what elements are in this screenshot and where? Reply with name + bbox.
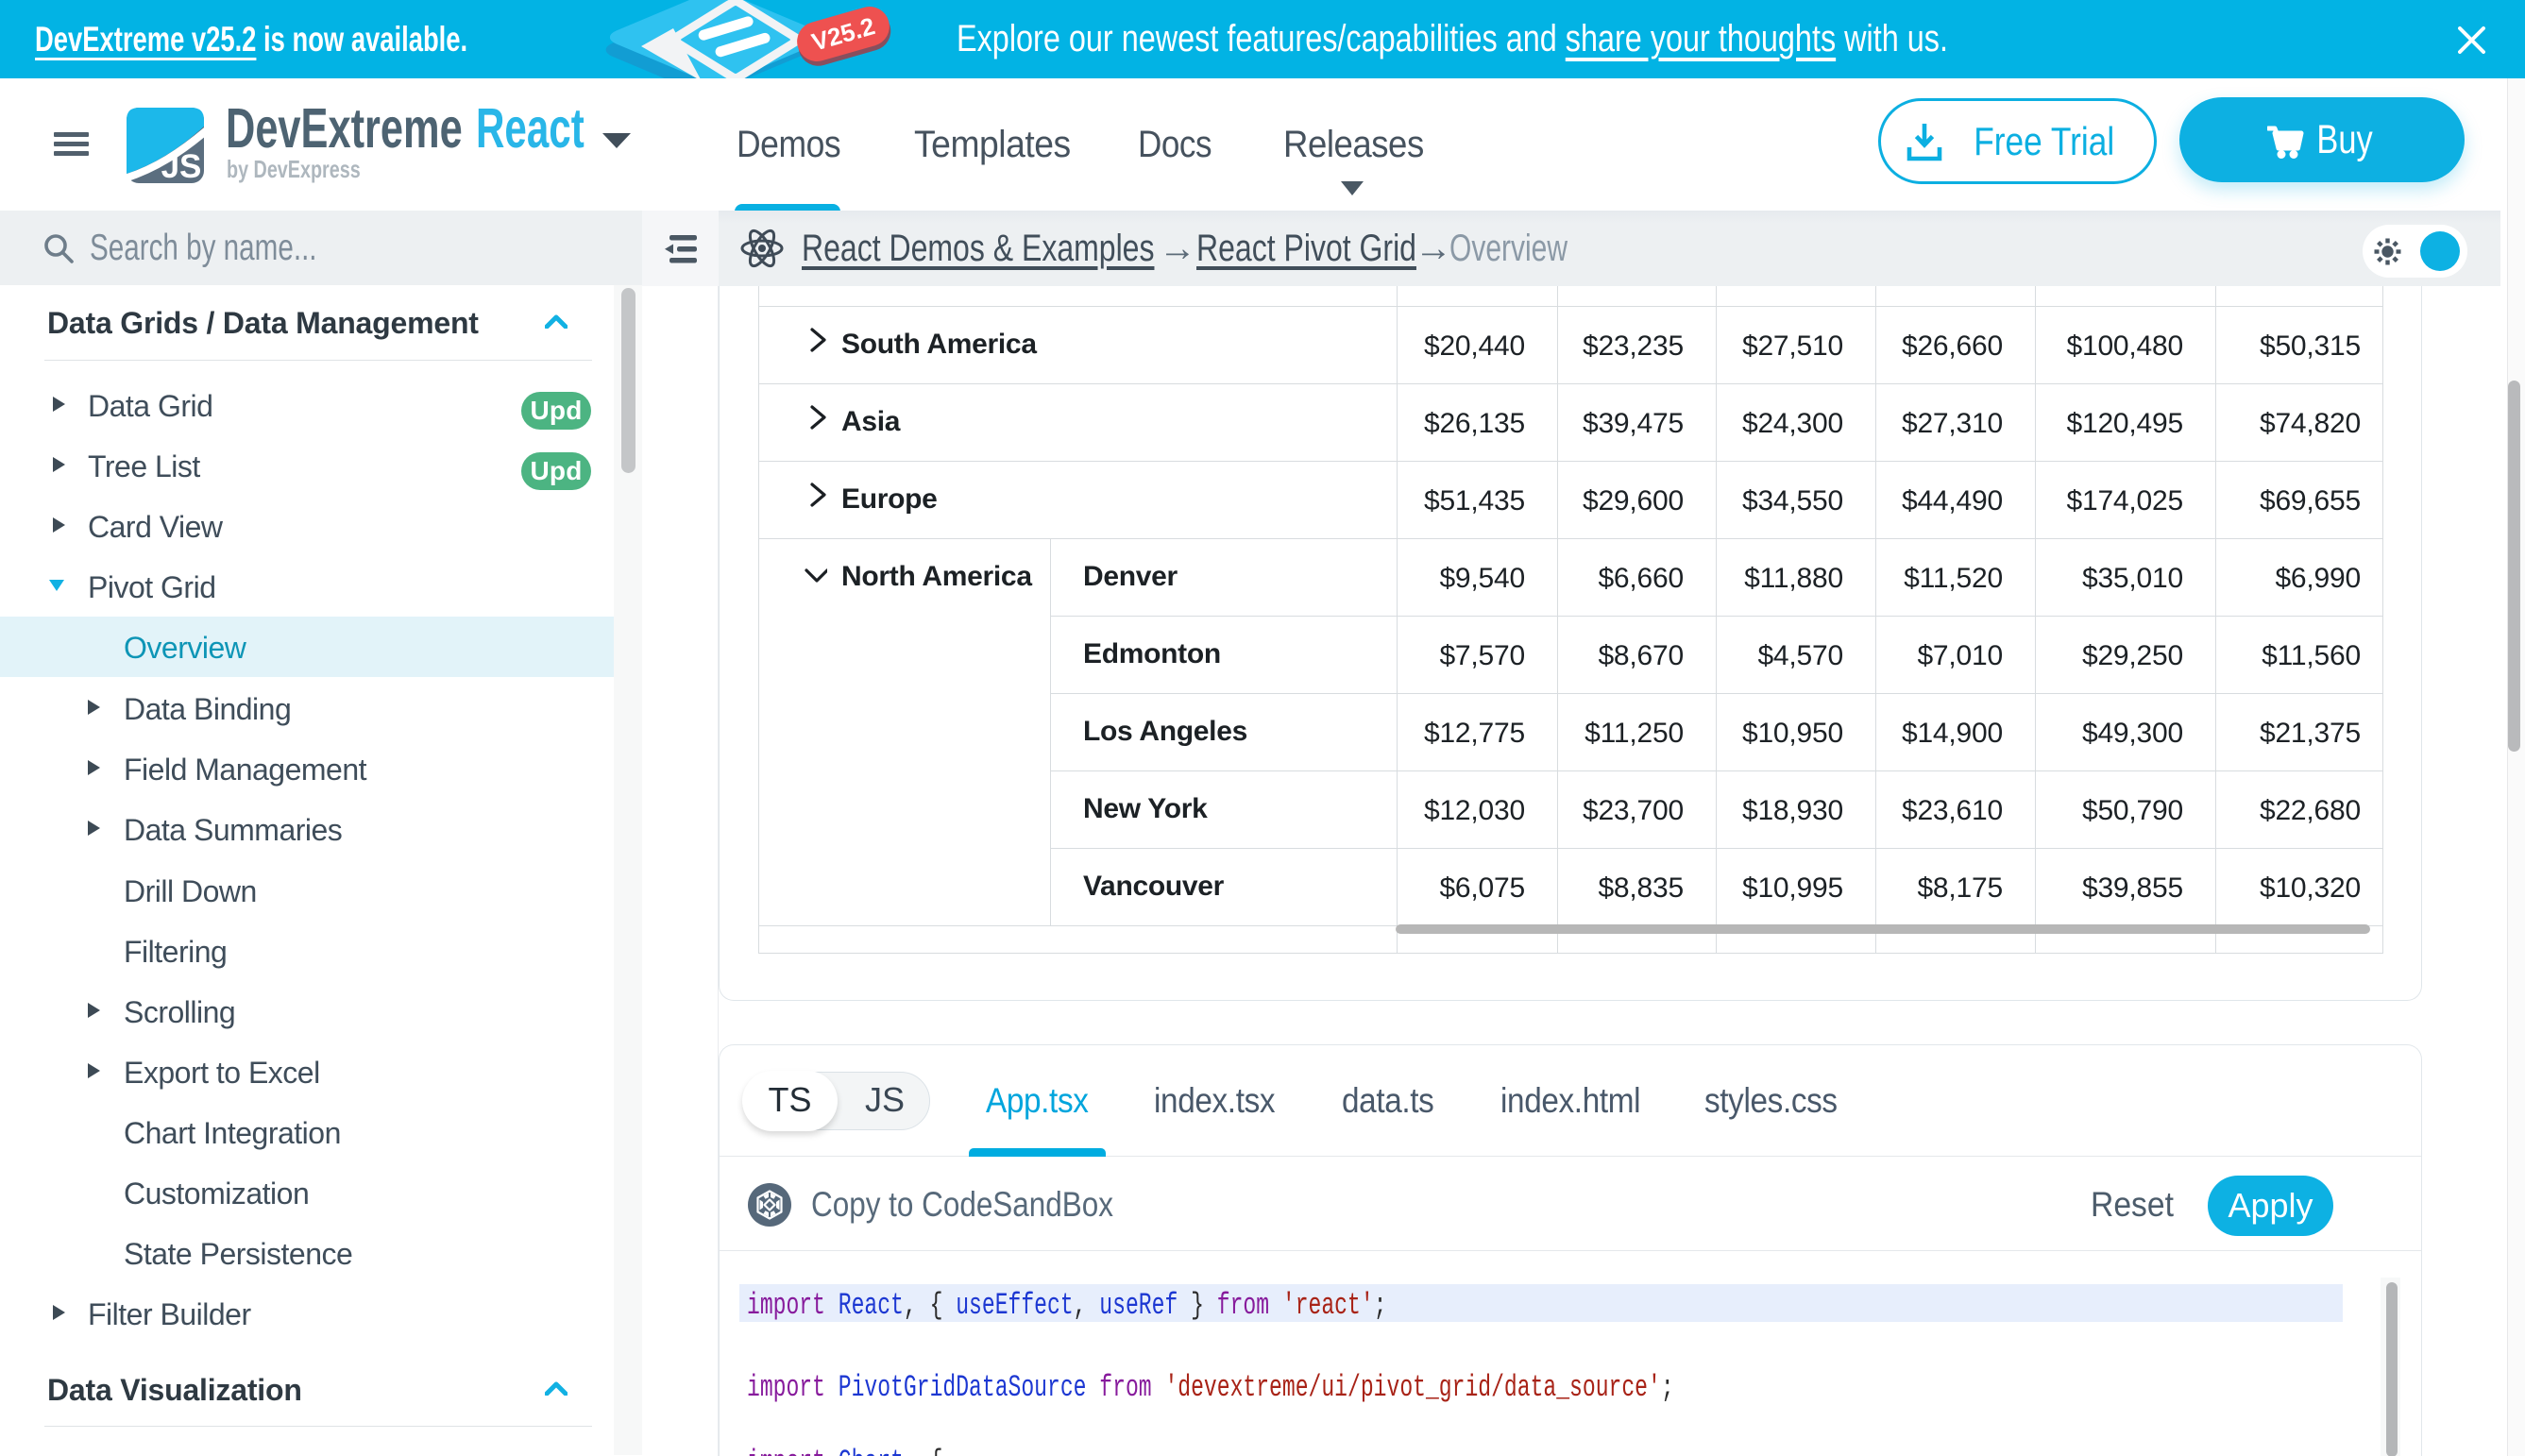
svg-text:JS: JS [161,148,202,183]
